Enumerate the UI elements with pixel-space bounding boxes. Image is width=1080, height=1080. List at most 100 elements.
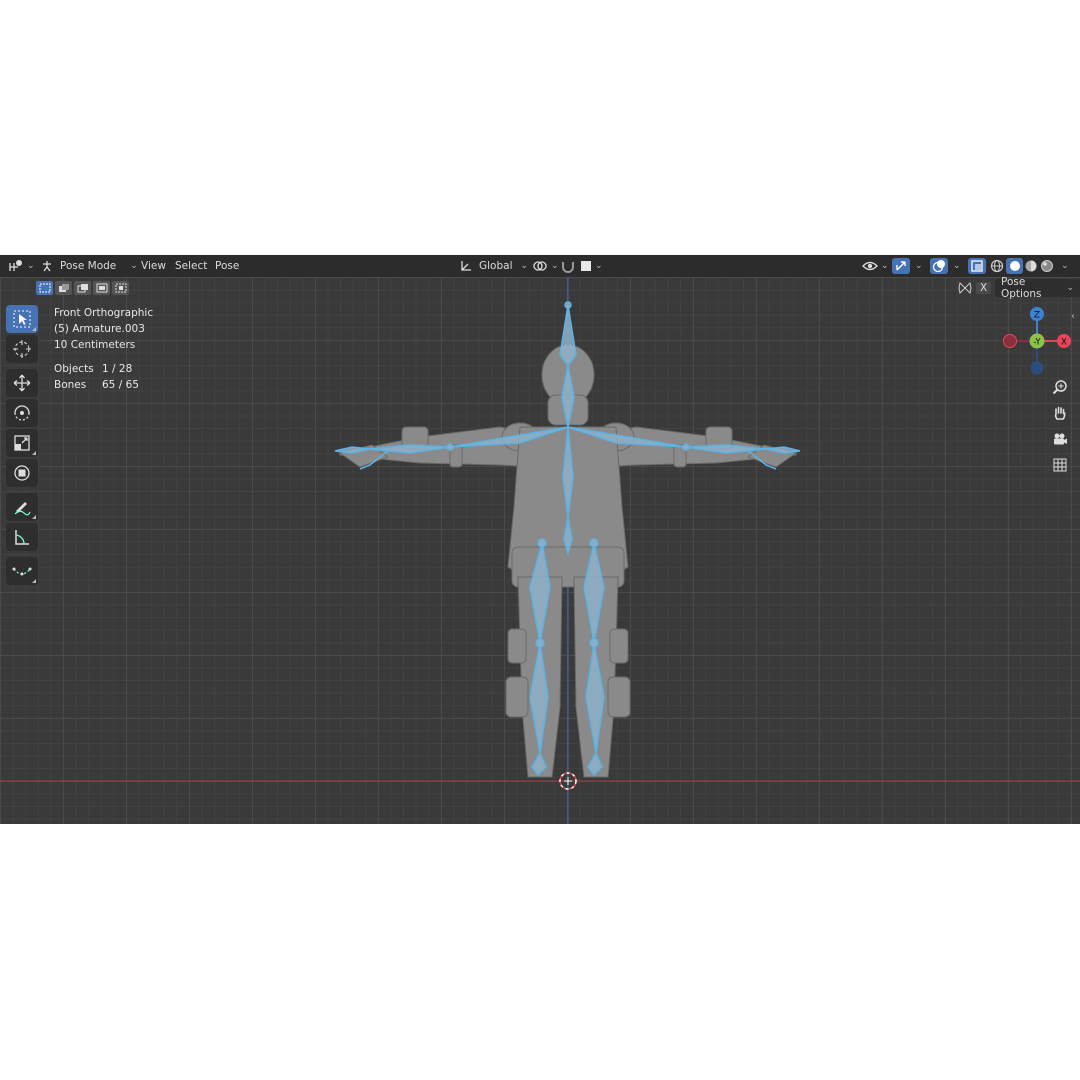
xray-toggle[interactable]	[968, 258, 986, 274]
viewport-header: ⌄ Pose Mode ⌄ View Select Pose Global ⌄ …	[0, 255, 1080, 277]
selection-mode-group	[36, 281, 129, 295]
objects-value: 1 / 28	[102, 363, 133, 375]
xray-icon	[971, 260, 983, 272]
pan-button[interactable]	[1048, 401, 1072, 425]
select-box-icon	[12, 309, 32, 329]
rotate-tool[interactable]	[6, 399, 38, 427]
active-object-name: (5) Armature.003	[54, 323, 145, 335]
zoom-button[interactable]	[1048, 375, 1072, 399]
gizmo-x-label: X	[1061, 338, 1067, 348]
hand-pan-icon	[1052, 405, 1068, 421]
select-new-button[interactable]	[36, 281, 53, 295]
transform-tool[interactable]	[6, 459, 38, 487]
editor-type-button[interactable]: ⌄	[8, 255, 35, 277]
cursor-icon	[12, 339, 32, 359]
relax-pose-icon	[12, 561, 32, 581]
menu-pose[interactable]: Pose	[215, 255, 239, 277]
overlays-toggle[interactable]	[930, 258, 948, 274]
view-name: Front Orthographic	[54, 307, 154, 319]
bones-value: 65 / 65	[102, 379, 139, 391]
viewport-info-overlay: Front Orthographic (5) Armature.003 10 C…	[54, 305, 153, 393]
3d-viewport-icon	[8, 259, 24, 273]
pivot-dropdown[interactable]: ⌄	[532, 255, 559, 277]
chevron-down-icon: ⌄	[953, 261, 961, 271]
move-tool[interactable]	[6, 369, 38, 397]
butterfly-icon	[958, 282, 972, 294]
overlays-icon	[932, 259, 946, 273]
objects-label: Objects	[54, 363, 94, 375]
select-invert-button[interactable]	[93, 281, 110, 295]
rotate-icon	[12, 403, 32, 423]
select-new-icon	[39, 283, 51, 293]
sidebar-toggle-arrow[interactable]: ‹	[1071, 311, 1075, 322]
material-sphere-icon	[1024, 259, 1038, 273]
gizmo-neg-z	[1030, 361, 1044, 375]
annotate-tool[interactable]	[6, 493, 38, 521]
scale-icon	[12, 433, 32, 453]
select-intersect-button[interactable]	[112, 281, 129, 295]
wireframe-sphere-icon	[990, 259, 1004, 273]
chevron-down-icon: ⌄	[27, 261, 35, 271]
measure-tool[interactable]	[6, 523, 38, 551]
gizmo-dropdown[interactable]: ⌄	[912, 255, 923, 277]
gizmo-z-label: Z	[1034, 311, 1040, 321]
pose-options-dropdown[interactable]: Pose Options ⌄	[995, 276, 1080, 300]
transform-orientation-dropdown[interactable]: Global ⌄	[459, 255, 528, 277]
annotate-icon	[12, 497, 32, 517]
shading-rendered-button[interactable]	[1040, 255, 1054, 277]
magnet-icon	[560, 259, 576, 273]
orientation-icon	[459, 259, 473, 273]
chevron-down-icon: ⌄	[595, 261, 603, 271]
grid-icon	[1053, 458, 1067, 472]
shading-solid-button[interactable]	[1006, 258, 1023, 274]
joint	[537, 538, 547, 548]
joint	[589, 538, 599, 548]
joint	[535, 638, 545, 648]
ortho-toggle-button[interactable]	[1048, 453, 1072, 477]
overlays-dropdown[interactable]: ⌄	[950, 255, 961, 277]
pivot-icon	[532, 259, 548, 273]
mirror-x-label: X	[976, 282, 992, 294]
camera-icon	[1052, 431, 1068, 447]
snap-toggle[interactable]	[560, 255, 576, 277]
bone-head	[559, 304, 577, 367]
navigation-gizmo[interactable]: Z X -Y	[1000, 305, 1076, 377]
select-subtract-button[interactable]	[74, 281, 91, 295]
select-box-tool[interactable]	[6, 305, 38, 333]
joint	[682, 443, 690, 451]
menu-select[interactable]: Select	[175, 255, 207, 277]
scene	[0, 277, 1080, 824]
mirror-toggle[interactable]: X	[958, 279, 992, 297]
select-invert-icon	[96, 283, 108, 293]
shading-material-button[interactable]	[1024, 255, 1038, 277]
shading-wireframe-button[interactable]	[990, 255, 1004, 277]
visibility-dropdown[interactable]: ⌄	[862, 255, 889, 277]
pose-options-label: Pose Options	[1001, 276, 1042, 300]
gizmo-y-label: -Y	[1033, 338, 1041, 348]
gizmo-toggle[interactable]	[892, 258, 910, 274]
chevron-down-icon: ⌄	[130, 261, 138, 271]
transform-icon	[12, 463, 32, 483]
select-extend-button[interactable]	[55, 281, 72, 295]
zoom-icon	[1052, 379, 1068, 395]
chevron-down-icon: ⌄	[881, 261, 889, 271]
joint	[589, 638, 599, 648]
proportional-edit-icon	[580, 260, 592, 272]
select-subtract-icon	[77, 283, 89, 293]
chevron-down-icon: ⌄	[1066, 283, 1074, 293]
proportional-edit-dropdown[interactable]: ⌄	[580, 255, 603, 277]
move-icon	[12, 373, 32, 393]
pose-mode-icon	[40, 259, 54, 273]
menu-view[interactable]: View	[141, 255, 166, 277]
scale-tool[interactable]	[6, 429, 38, 457]
chevron-down-icon: ⌄	[1061, 261, 1069, 271]
chevron-down-icon: ⌄	[915, 261, 923, 271]
mode-dropdown[interactable]: Pose Mode ⌄	[40, 255, 138, 277]
cursor-tool[interactable]	[6, 335, 38, 363]
measure-icon	[12, 527, 32, 547]
chevron-down-icon: ⌄	[551, 261, 559, 271]
shading-dropdown[interactable]: ⌄	[1058, 255, 1069, 277]
camera-view-button[interactable]	[1048, 427, 1072, 451]
relax-pose-tool[interactable]	[6, 557, 38, 585]
gizmo-icon	[894, 259, 908, 273]
